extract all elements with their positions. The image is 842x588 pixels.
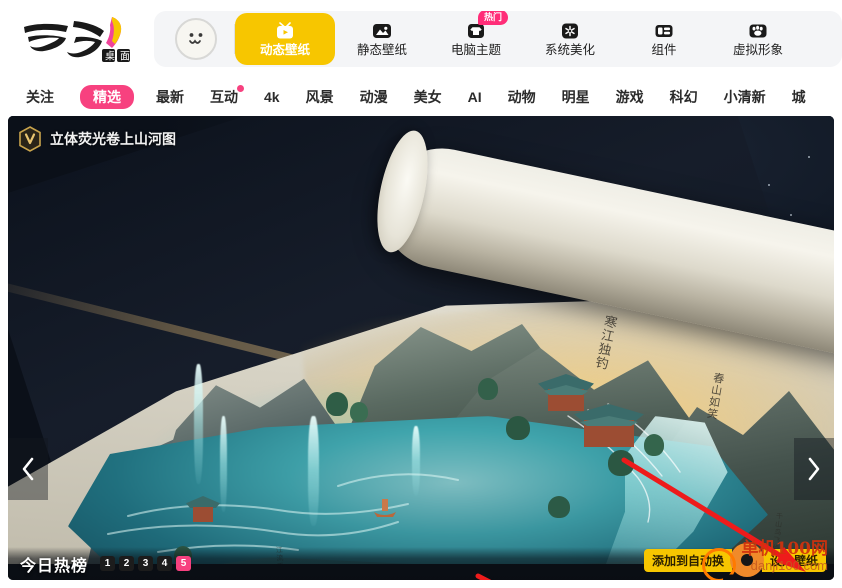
smiley-face-icon	[189, 33, 203, 44]
new-dot-icon	[237, 85, 244, 92]
snowflake-icon	[559, 21, 581, 41]
chevron-right-icon	[808, 457, 820, 481]
banner-title: 立体荧光卷上山河图	[50, 131, 176, 147]
brand-logo[interactable]: 桌 面	[0, 0, 150, 78]
tab-cheng[interactable]: 城	[792, 90, 806, 104]
artwork-tree	[506, 416, 530, 440]
tab-jingxuan[interactable]: 精选	[80, 85, 134, 109]
page-dot-4[interactable]: 4	[157, 556, 173, 571]
carousel-prev-button[interactable]	[8, 438, 48, 500]
artwork-boat	[374, 499, 396, 517]
image-mountain-icon	[371, 21, 393, 41]
layout-panel-icon	[653, 21, 675, 41]
header-category-bar: 动态壁纸 静态壁纸 热门 电脑主题 系统美化 组件 虚拟形象	[154, 11, 842, 67]
artwork-tree	[350, 402, 368, 422]
verified-badge-icon	[19, 126, 41, 152]
tab-dongwu[interactable]: 动物	[508, 90, 536, 104]
banner-title-group: 立体荧光卷上山河图	[18, 126, 176, 152]
tab-hudong-label: 互动	[210, 89, 238, 105]
tab-dongman[interactable]: 动漫	[360, 90, 388, 104]
page-dot-3[interactable]: 3	[138, 556, 154, 571]
page-dot-5[interactable]: 5	[176, 556, 192, 571]
user-avatar-cell[interactable]	[158, 11, 234, 67]
tab-kehuan[interactable]: 科幻	[670, 90, 698, 104]
carousel-next-button[interactable]	[794, 438, 834, 500]
tab-mingxing[interactable]: 明星	[562, 90, 590, 104]
tab-fengjing[interactable]: 风景	[306, 90, 334, 104]
header-category-widgets[interactable]: 组件	[617, 11, 711, 67]
artwork-tree	[326, 392, 348, 416]
wallpaper-artwork: 寒江独钓 春山如笑 千山鸟飞绝 万径人踪灭 孤舟蓑笠翁 独钓寒江雪 江流天地外 …	[8, 116, 834, 580]
header-category-static-wallpaper[interactable]: 静态壁纸	[335, 11, 429, 67]
tab-ai[interactable]: AI	[468, 90, 482, 104]
tab-youxi[interactable]: 游戏	[616, 90, 644, 104]
header-category-pc-theme[interactable]: 热门 电脑主题	[429, 11, 523, 67]
header-category-label: 动态壁纸	[259, 43, 310, 58]
wallpaper-app-window: 桌 面 动态壁纸 静态壁纸 热门 电脑主题 系统美化 组件 虚拟形象 关注 精选…	[0, 0, 842, 588]
star	[790, 214, 792, 216]
tv-play-icon	[274, 21, 296, 41]
artwork-pavilion	[186, 496, 220, 524]
set-as-wallpaper-button[interactable]: 设为壁纸	[761, 548, 826, 572]
tab-4k[interactable]: 4k	[264, 90, 280, 104]
star	[768, 184, 770, 186]
header-category-virtual-avatar[interactable]: 虚拟形象	[711, 11, 805, 67]
avatar[interactable]	[175, 18, 217, 60]
header-category-label: 电脑主题	[450, 43, 501, 58]
tab-meinv[interactable]: 美女	[414, 90, 442, 104]
category-tab-row: 关注 精选 最新 互动 4k 风景 动漫 美女 AI 动物 明星 游戏 科幻 小…	[0, 78, 842, 116]
header-category-dynamic-wallpaper[interactable]: 动态壁纸	[235, 13, 335, 65]
svg-text:面: 面	[120, 52, 130, 63]
carousel-pagination: 1 2 3 4 5	[100, 556, 192, 571]
artwork-tree	[548, 496, 570, 518]
paw-icon	[747, 21, 769, 41]
artwork-tree	[608, 450, 634, 476]
header-category-label: 系统美化	[544, 43, 595, 58]
page-dot-2[interactable]: 2	[119, 556, 135, 571]
header-category-system-beautify[interactable]: 系统美化	[523, 11, 617, 67]
artwork-tree	[644, 434, 664, 456]
tab-zuixin[interactable]: 最新	[156, 90, 184, 104]
app-header: 桌 面 动态壁纸 静态壁纸 热门 电脑主题 系统美化 组件 虚拟形象	[0, 0, 842, 78]
artwork-pavilion	[574, 404, 644, 452]
page-dot-1[interactable]: 1	[100, 556, 116, 571]
tab-hudong[interactable]: 互动	[210, 85, 244, 105]
header-category-label: 虚拟形象	[732, 43, 783, 58]
tab-xiaoqingxin[interactable]: 小清新	[724, 90, 766, 104]
header-category-label: 静态壁纸	[356, 43, 407, 58]
hot-badge: 热门	[478, 11, 509, 25]
hotlist-title: 今日热榜	[20, 555, 89, 575]
header-category-label: 组件	[651, 43, 677, 58]
svg-text:桌: 桌	[105, 50, 115, 63]
star	[808, 156, 810, 158]
featured-wallpaper-banner[interactable]: 寒江独钓 春山如笑 千山鸟飞绝 万径人踪灭 孤舟蓑笠翁 独钓寒江雪 江流天地外 …	[8, 116, 834, 580]
chevron-left-icon	[22, 457, 34, 481]
tab-guanzhu[interactable]: 关注	[26, 90, 54, 104]
artwork-tree	[478, 378, 498, 400]
brand-logo-icon: 桌 面	[24, 17, 130, 63]
